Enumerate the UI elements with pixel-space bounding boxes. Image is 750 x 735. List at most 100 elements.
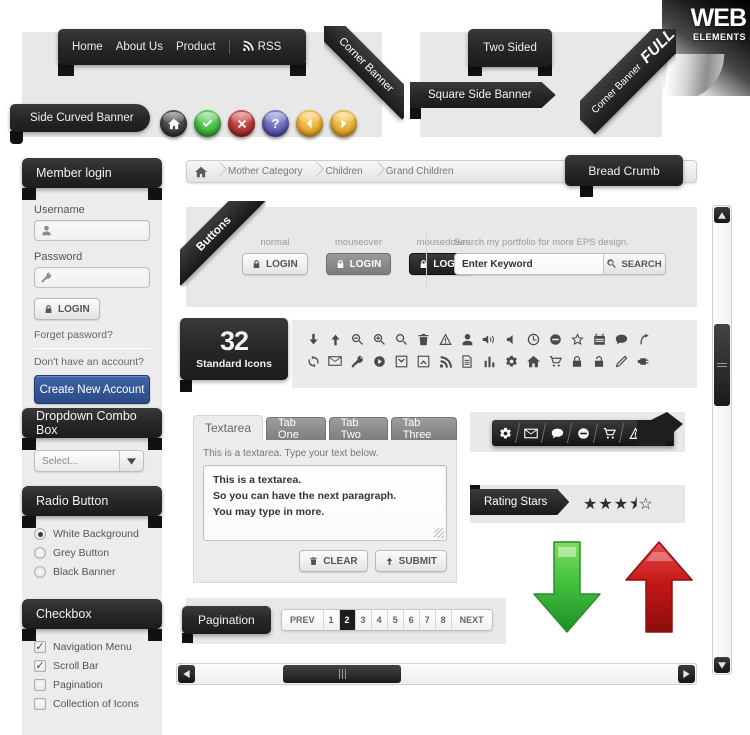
warning-icon[interactable] <box>436 329 454 349</box>
search-box[interactable]: SEARCH <box>454 253 666 275</box>
clock-icon[interactable] <box>524 329 542 349</box>
username-input[interactable] <box>34 220 150 241</box>
checkbox-option[interactable]: Scroll Bar <box>34 660 150 672</box>
radio-option[interactable]: Black Banner <box>34 566 150 578</box>
radio-option[interactable]: White Background <box>34 528 150 540</box>
redo-icon[interactable] <box>634 329 652 349</box>
scroll-up-button[interactable] <box>714 207 730 223</box>
tab-two[interactable]: Tab Two <box>328 417 388 441</box>
pagination-page-1[interactable]: 1 <box>323 610 340 630</box>
pagination-page-8[interactable]: 8 <box>435 610 452 630</box>
cart-icon[interactable] <box>546 351 564 371</box>
tab-textarea[interactable]: Textarea <box>193 415 264 440</box>
circle-next-button[interactable] <box>330 110 357 137</box>
comment-icon[interactable] <box>612 329 630 349</box>
unlock-icon[interactable] <box>590 351 608 371</box>
login-button[interactable]: LOGIN <box>34 298 100 320</box>
horizontal-scrollbar[interactable] <box>176 663 697 685</box>
clear-button[interactable]: CLEAR <box>299 550 368 572</box>
checkbox-indicator[interactable] <box>34 698 46 710</box>
lock-icon[interactable] <box>568 351 586 371</box>
nav-item-rss[interactable]: RSS <box>242 40 281 54</box>
tab-one[interactable]: Tab One <box>266 417 326 441</box>
download-icon[interactable] <box>304 329 322 349</box>
radio-indicator[interactable] <box>34 528 46 540</box>
chevron-down-box-icon[interactable] <box>392 351 410 371</box>
user-icon[interactable] <box>458 329 476 349</box>
pagination-page-7[interactable]: 7 <box>419 610 436 630</box>
select-dropdown[interactable]: Select... <box>34 450 144 472</box>
checkbox-indicator[interactable] <box>34 641 46 653</box>
pencil-icon[interactable] <box>612 351 630 371</box>
gear-icon[interactable] <box>502 351 520 371</box>
star-icon[interactable] <box>568 329 586 349</box>
create-account-button[interactable]: Create New Account <box>34 375 150 404</box>
forgot-password-link[interactable]: Forget pasword? <box>34 329 150 341</box>
search-icon[interactable] <box>392 329 410 349</box>
vertical-scrollbar-thumb[interactable] <box>714 324 730 406</box>
home-icon[interactable] <box>524 351 542 371</box>
zoom-in-icon[interactable] <box>370 329 388 349</box>
volume-mute-icon[interactable] <box>502 329 520 349</box>
pagination-next-button[interactable]: NEXT <box>451 610 492 630</box>
calendar-icon[interactable] <box>590 329 608 349</box>
key-icon[interactable] <box>348 351 366 371</box>
circle-close-button[interactable] <box>228 110 255 137</box>
chart-icon[interactable] <box>480 351 498 371</box>
tab-three[interactable]: Tab Three <box>390 417 457 441</box>
pagination-page-2[interactable]: 2 <box>339 610 356 630</box>
rating-stars[interactable]: ★★★⯨☆ <box>583 493 654 520</box>
resize-grip-icon[interactable] <box>434 528 444 538</box>
search-input[interactable] <box>455 254 603 274</box>
trash-icon[interactable] <box>414 329 432 349</box>
zoom-out-icon[interactable] <box>348 329 366 349</box>
breadcrumb-item-children[interactable]: Children <box>323 166 372 177</box>
search-button[interactable]: SEARCH <box>603 254 665 274</box>
radio-option[interactable]: Grey Button <box>34 547 150 559</box>
volume-up-icon[interactable] <box>480 329 498 349</box>
pagination-prev-button[interactable]: PREV <box>282 610 324 630</box>
mail-icon[interactable] <box>326 351 344 371</box>
nav-item-home[interactable]: Home <box>72 41 103 53</box>
radio-indicator[interactable] <box>34 566 46 578</box>
password-input[interactable] <box>34 267 150 288</box>
nav-item-about[interactable]: About Us <box>116 41 163 53</box>
submit-button[interactable]: SUBMIT <box>374 550 447 572</box>
vertical-scrollbar[interactable] <box>712 205 732 675</box>
pagination-page-6[interactable]: 6 <box>403 610 420 630</box>
pagination-page-3[interactable]: 3 <box>355 610 372 630</box>
checkbox-option[interactable]: Navigation Menu <box>34 641 150 653</box>
scroll-down-button[interactable] <box>714 657 730 673</box>
breadcrumb-item-mother[interactable]: Mother Category <box>226 166 312 177</box>
plug-icon[interactable] <box>634 351 652 371</box>
breadcrumb-item-grand-children[interactable]: Grand Children <box>384 166 464 177</box>
chevron-up-box-icon[interactable] <box>414 351 432 371</box>
checkbox-indicator[interactable] <box>34 679 46 691</box>
minus-circle-icon[interactable] <box>546 329 564 349</box>
top-navbar[interactable]: Home About Us Product RSS <box>58 29 306 65</box>
radio-title: Radio Button <box>36 494 109 508</box>
checkbox-indicator[interactable] <box>34 660 46 672</box>
nav-item-product[interactable]: Product <box>176 41 216 53</box>
textarea-input[interactable]: This is a textarea. So you can have the … <box>203 465 447 541</box>
horizontal-scrollbar-thumb[interactable] <box>283 665 401 683</box>
circle-check-button[interactable] <box>194 110 221 137</box>
checkbox-option[interactable]: Collection of Icons <box>34 698 150 710</box>
upload-icon[interactable] <box>326 329 344 349</box>
document-icon[interactable] <box>458 351 476 371</box>
pagination-page-4[interactable]: 4 <box>371 610 388 630</box>
chevron-down-icon[interactable] <box>119 451 143 471</box>
checkbox-option[interactable]: Pagination <box>34 679 150 691</box>
refresh-icon[interactable] <box>304 351 322 371</box>
circle-home-button[interactable] <box>160 110 187 137</box>
circle-help-button[interactable]: ? <box>262 110 289 137</box>
breadcrumb-home-button[interactable] <box>187 166 215 178</box>
scroll-left-button[interactable] <box>178 665 195 683</box>
pagination-page-5[interactable]: 5 <box>387 610 404 630</box>
login-button-mouseover[interactable]: LOGIN <box>325 253 392 275</box>
scroll-right-button[interactable] <box>678 665 695 683</box>
circle-prev-button[interactable] <box>296 110 323 137</box>
radio-indicator[interactable] <box>34 547 46 559</box>
play-icon[interactable] <box>370 351 388 371</box>
rss-icon[interactable] <box>436 351 454 371</box>
